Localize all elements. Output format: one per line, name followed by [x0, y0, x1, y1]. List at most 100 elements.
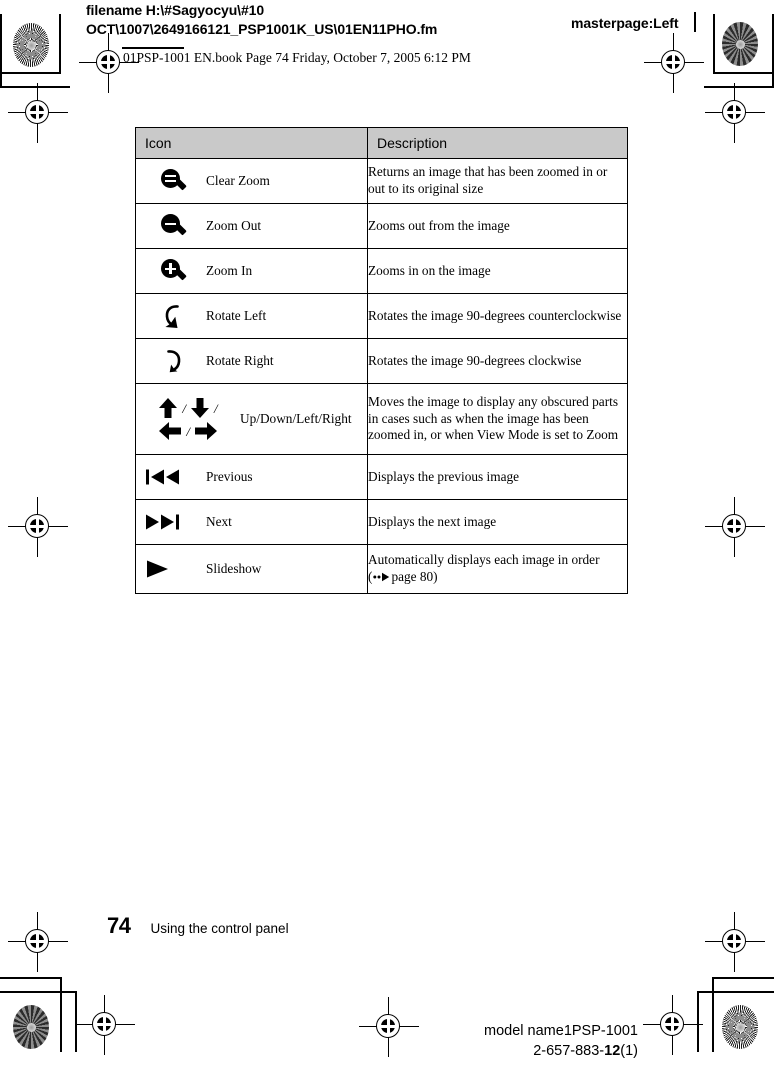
description-cell: Displays the previous image: [367, 454, 628, 500]
icon-label: Next: [206, 514, 232, 529]
table-row: Clear Zoom Returns an image that has bee…: [135, 158, 628, 204]
magnifier-minus-icon: [136, 214, 206, 238]
trim-line: [0, 72, 60, 74]
icon-label: Up/Down/Left/Right: [240, 411, 352, 426]
registration-mark-right-lower: [705, 497, 765, 557]
description-cell: Zooms out from the image: [367, 203, 628, 249]
icon-description-table: Icon Description Clear Zoom Returns an i…: [135, 127, 628, 594]
description-cell: Rotates the image 90-degrees countercloc…: [367, 293, 628, 339]
arrow-right-icon: [195, 422, 217, 440]
registration-mark-left-lower: [8, 497, 68, 557]
icon-label: Slideshow: [206, 561, 262, 576]
trim-line: [60, 977, 62, 1052]
page-number: 74: [107, 913, 131, 938]
description-cell: Zooms in on the image: [367, 248, 628, 294]
icon-cell: Clear Zoom: [135, 158, 368, 204]
page-footer: 74 Using the control panel: [107, 913, 289, 939]
registration-mark-left-upper: [8, 83, 68, 143]
registration-burst-bottom-left: [13, 1005, 49, 1049]
rotate-left-icon: [136, 303, 206, 329]
icon-cell: Next: [135, 499, 368, 545]
prepress-masterpage-label: masterpage:Left: [571, 15, 679, 31]
description-cell: Returns an image that has been zoomed in…: [367, 158, 628, 204]
xref-open-paren: (: [368, 568, 373, 584]
colophon: model name1PSP-1001 2-657-883-12(1): [484, 1022, 638, 1061]
masterpage-rule: [694, 12, 696, 32]
rotate-right-icon: [136, 348, 206, 374]
table-row: Zoom Out Zooms out from the image: [135, 203, 628, 249]
description-cell: Rotates the image 90-degrees clockwise: [367, 338, 628, 384]
description-cell: Displays the next image: [367, 499, 628, 545]
icon-cell: Slideshow: [135, 544, 368, 594]
description-cell: Moves the image to display any obscured …: [367, 383, 628, 455]
icon-cell: Rotate Left: [135, 293, 368, 339]
registration-mark-bottom-left: [75, 995, 135, 1055]
registration-mark-bottom-right: [643, 995, 703, 1055]
table-row: Rotate Left Rotates the image 90-degrees…: [135, 293, 628, 339]
description-cell: Automatically displays each image in ord…: [367, 544, 628, 594]
xref-label: page 80: [391, 568, 434, 584]
trim-line: [712, 977, 774, 979]
registration-mark-top-right: [644, 33, 704, 93]
next-icon: [136, 513, 206, 531]
registration-mark-bottom-center: [359, 997, 419, 1057]
document-code-tail: (1): [620, 1042, 638, 1059]
icon-label: Clear Zoom: [206, 173, 270, 188]
trim-line: [704, 86, 774, 88]
table-header-row: Icon Description: [135, 127, 628, 159]
bookline-rule: [122, 47, 184, 49]
trim-line: [75, 991, 77, 1052]
icon-cell: Zoom Out: [135, 203, 368, 249]
registration-burst-bottom-right: [722, 1005, 758, 1049]
trim-line: [0, 14, 2, 88]
prepress-filename-line1: filename H:\#Sagyocyu\#10: [86, 2, 265, 18]
arrow-up-icon: [159, 398, 178, 418]
registration-burst-top-left: [13, 23, 49, 67]
registration-mark-right-upper: [705, 83, 765, 143]
registration-burst-top-right: [722, 22, 758, 66]
table-row: Previous Displays the previous image: [135, 454, 628, 500]
arrow-down-icon: [191, 398, 209, 418]
icon-label: Rotate Left: [206, 308, 267, 323]
xref-close-paren: ): [433, 568, 438, 584]
table-row: Rotate Right Rotates the image 90-degree…: [135, 338, 628, 384]
table-row: Zoom In Zooms in on the image: [135, 248, 628, 294]
icon-cell: Previous: [135, 454, 368, 500]
model-name: model name1PSP-1001: [484, 1023, 638, 1039]
trim-line: [697, 991, 774, 993]
document-code: 2-657-883-12(1): [484, 1042, 638, 1062]
trim-line: [0, 991, 76, 993]
description-text: Automatically displays each image in ord…: [368, 551, 600, 567]
icon-label: Zoom Out: [206, 218, 262, 233]
slideshow-icon: [136, 559, 206, 579]
trim-line: [713, 14, 715, 74]
prepress-filename-line2: OCT\1007\2649166121_PSP1001K_US\01EN11PH…: [86, 21, 438, 37]
table-row: / / / Up/Down/Left/Right Moves the image…: [135, 383, 628, 455]
book-print-stamp: 01PSP-1001 EN.book Page 74 Friday, Octob…: [123, 50, 471, 65]
column-header-icon: Icon: [135, 127, 368, 159]
table-row: Next Displays the next image: [135, 499, 628, 545]
table-row: Slideshow Automatically displays each im…: [135, 544, 628, 594]
trim-line: [0, 977, 62, 979]
trim-line: [712, 977, 714, 1052]
magnifier-plus-icon: [136, 259, 206, 283]
magnifier-equal-icon: [136, 169, 206, 193]
direction-arrows-icon: / / /: [136, 396, 240, 442]
icon-label: Rotate Right: [206, 353, 274, 368]
footer-section-title: Using the control panel: [150, 921, 289, 936]
document-code-main: 2-657-883-: [533, 1042, 605, 1059]
page-reference: ( page 80): [368, 569, 438, 584]
trim-line: [59, 14, 61, 74]
column-header-description: Description: [367, 127, 628, 159]
trim-line: [0, 86, 70, 88]
document-code-revision: 12: [604, 1042, 621, 1059]
registration-mark-bottom-left-upper: [8, 912, 68, 972]
trim-line: [713, 72, 774, 74]
registration-mark-bottom-right-upper: [705, 912, 765, 972]
cross-reference-arrow-icon: [373, 570, 390, 587]
icon-cell: Zoom In: [135, 248, 368, 294]
trim-line: [697, 991, 699, 1052]
icon-cell: / / / Up/Down/Left/Right: [135, 383, 368, 455]
icon-label: Previous: [206, 469, 253, 484]
previous-icon: [136, 468, 206, 486]
